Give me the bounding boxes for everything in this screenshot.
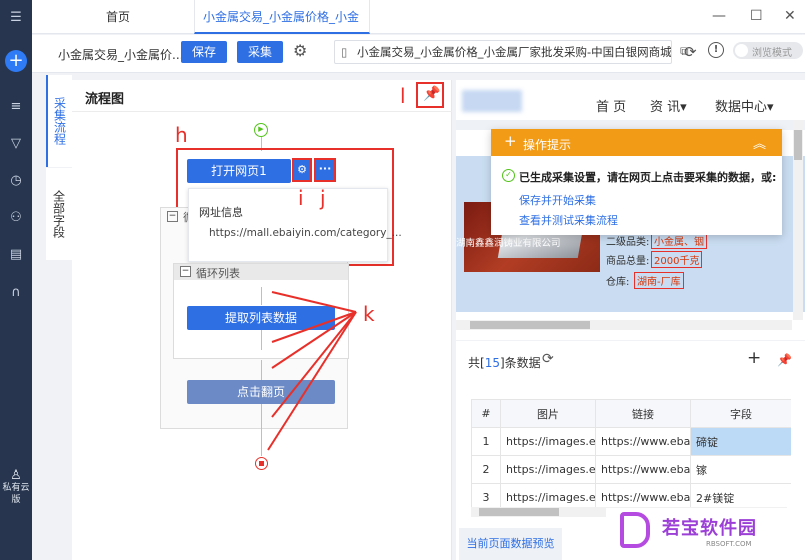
site-nav-news[interactable]: 资 讯▾ — [650, 96, 687, 115]
wh-value[interactable]: 湖南-厂库 — [634, 272, 684, 289]
site-nav-home[interactable]: 首 页 — [596, 96, 626, 115]
info-icon[interactable]: ! — [708, 42, 724, 58]
tab-all-fields[interactable]: 全部字段 — [46, 168, 72, 260]
table-cell[interactable]: 1 — [471, 427, 501, 456]
watermark: 若宝软件园 RBSOFT.COM — [606, 508, 805, 560]
add-field-icon[interactable]: + — [747, 348, 761, 368]
data-table: #图片链接字段 1https://images.e...https://www.… — [471, 399, 791, 509]
table-row[interactable]: 1https://images.e...https://www.eba...碲锭 — [471, 427, 791, 456]
total-value[interactable]: 2000千克 — [651, 251, 703, 268]
list-icon[interactable]: ≡ — [0, 97, 32, 117]
headset-icon[interactable]: ∩ — [0, 283, 32, 303]
flow-panel: 流程图 📌 ▶ 打开网页1 ⚙ ··· − 循 网址信息 https://mal… — [72, 80, 452, 560]
column-header[interactable]: 图片 — [500, 399, 596, 428]
table-header: # 图片 链接 字段 — [471, 399, 791, 428]
watermark-title: 若宝软件园 — [662, 518, 757, 539]
v-scrollbar[interactable] — [793, 120, 803, 320]
test-flow-link[interactable]: 查看并测试采集流程 — [519, 212, 618, 228]
private-cloud[interactable]: ♙ 私有云版 — [0, 468, 32, 506]
user-icon: ♙ — [10, 468, 22, 483]
toolbar: 小金属交易_小金属价... 保存 采集 ⚙ ▯ 小金属交易_小金属价格_小金属厂… — [32, 35, 805, 73]
table-cell[interactable]: https://www.eba... — [595, 483, 691, 509]
url-bar[interactable]: ▯ 小金属交易_小金属价格_小金属厂家批发采购-中国白银网商城 — [334, 40, 672, 64]
watermark-sub: RBSOFT.COM — [706, 540, 752, 548]
column-header[interactable]: # — [471, 399, 501, 428]
collect-button[interactable]: 采集 — [237, 41, 283, 63]
collapse-up-icon[interactable]: ︽ — [753, 133, 766, 152]
table-cell[interactable]: https://images.e... — [500, 483, 596, 509]
table-cell[interactable]: 2 — [471, 455, 501, 484]
tab-home[interactable]: 首页 — [106, 0, 146, 34]
toggle-knob — [735, 44, 748, 57]
menu-toggle-icon[interactable]: ☰ — [0, 8, 32, 28]
popup-message: 已生成采集设置，请在网页上点击要采集的数据，或: — [519, 171, 777, 184]
cat-label: 二级品类: — [606, 237, 650, 248]
site-nav-data[interactable]: 数据中心▾ — [715, 96, 774, 115]
column-header[interactable]: 链接 — [595, 399, 691, 428]
url-text: 小金属交易_小金属价格_小金属厂家批发采购-中国白银网商城 — [357, 45, 672, 59]
table-row[interactable]: 3https://images.e...https://www.eba...2#… — [471, 483, 791, 509]
side-tabs: 采集流程 全部字段 — [46, 75, 72, 260]
pin-icon[interactable]: 📌 — [777, 353, 792, 367]
clock-icon[interactable]: ◷ — [0, 171, 32, 191]
wh-label: 仓库: — [606, 277, 630, 288]
watermark-logo — [620, 512, 650, 548]
private-cloud-label: 私有云版 — [2, 483, 30, 505]
total-label: 商品总量: — [606, 256, 650, 267]
task-name[interactable]: 小金属交易_小金属价... — [58, 46, 183, 63]
annotation-arrows — [267, 291, 357, 451]
table-cell[interactable]: https://images.e... — [500, 455, 596, 484]
column-header[interactable]: 字段 — [690, 399, 791, 428]
table-cell[interactable]: 2#镁锭 — [690, 483, 791, 509]
gear-icon[interactable]: ⚙ — [293, 41, 307, 60]
table-cell[interactable]: 3 — [471, 483, 501, 509]
table-row[interactable]: 2https://images.e...https://www.eba...镓 — [471, 455, 791, 484]
left-rail: ☰ + ≡ ▽ ◷ ⚇ ▤ ∩ ♙ 私有云版 — [0, 0, 32, 560]
preview-tab[interactable]: 当前页面数据预览 — [459, 528, 562, 560]
close-icon[interactable]: ✕ — [784, 8, 796, 24]
new-task-button[interactable]: + — [5, 50, 27, 72]
tab-active-task[interactable]: 小金属交易_小金属价格_小金 — [194, 0, 370, 34]
refresh-data-icon[interactable]: ⟳ — [542, 351, 554, 367]
browse-mode-toggle[interactable]: 浏览模式 — [733, 42, 803, 59]
operation-tip-popup: + 操作提示 ︽ ✓ 已生成采集设置，请在网页上点击要采集的数据，或: 保存并开… — [491, 129, 782, 235]
tab-bar: 首页 小金属交易_小金属价格_小金 — ☐ ✕ — [32, 0, 805, 34]
browse-mode-label: 浏览模式 — [752, 48, 792, 59]
table-cell[interactable]: 镓 — [690, 455, 791, 484]
popup-title: 操作提示 — [523, 138, 572, 152]
save-button[interactable]: 保存 — [181, 41, 227, 63]
table-cell[interactable]: https://images.e... — [500, 427, 596, 456]
popup-header: + 操作提示 ︽ — [491, 129, 782, 156]
site-logo — [462, 90, 522, 112]
page-icon: ▯ — [341, 45, 348, 59]
users-icon[interactable]: ⚇ — [0, 208, 32, 228]
plus-icon: + — [504, 132, 517, 150]
maximize-icon[interactable]: ☐ — [750, 8, 763, 24]
data-table-wrap: #图片链接字段 1https://images.e...https://www.… — [471, 399, 791, 509]
data-count: 共[15]条数据 — [468, 356, 541, 370]
table-cell[interactable]: 碲锭 — [690, 427, 791, 456]
table-cell[interactable]: https://www.eba... — [595, 455, 691, 484]
refresh-icon[interactable]: ⟳ — [684, 43, 697, 61]
tab-collect-flow[interactable]: 采集流程 — [46, 75, 72, 167]
company-name: 湖南鑫鑫润铸业有限公司 — [456, 238, 561, 249]
save-start-link[interactable]: 保存并开始采集 — [519, 192, 596, 208]
check-icon: ✓ — [502, 169, 515, 182]
funnel-icon[interactable]: ▽ — [0, 134, 32, 154]
document-icon[interactable]: ▤ — [0, 245, 32, 265]
table-cell[interactable]: https://www.eba... — [595, 427, 691, 456]
h-scrollbar[interactable] — [456, 320, 792, 330]
minimize-icon[interactable]: — — [712, 8, 726, 24]
